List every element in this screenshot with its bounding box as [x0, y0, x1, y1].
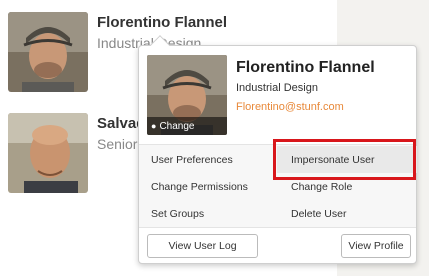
- change-permissions-link[interactable]: Change Permissions: [139, 173, 277, 200]
- user-department: Senior: [97, 136, 138, 152]
- set-groups-link[interactable]: Set Groups: [139, 200, 277, 227]
- user-preferences-link[interactable]: User Preferences: [139, 146, 277, 173]
- camera-icon: ●: [151, 121, 157, 131]
- user-avatar[interactable]: [8, 113, 88, 193]
- change-role-link[interactable]: Change Role: [277, 173, 417, 200]
- popover-user-department: Industrial Design: [236, 82, 318, 94]
- view-user-log-button[interactable]: View User Log: [147, 234, 258, 258]
- change-photo-button[interactable]: ● Change: [147, 117, 227, 135]
- impersonate-user-link[interactable]: Impersonate User: [277, 146, 417, 173]
- change-photo-label: Change: [159, 120, 195, 132]
- popover-user-name: Florentino Flannel: [236, 59, 375, 76]
- delete-user-link[interactable]: Delete User: [277, 200, 417, 227]
- user-avatar[interactable]: [8, 12, 88, 92]
- user-actions-menu: User Preferences Impersonate User Change…: [139, 144, 417, 228]
- popover-user-email[interactable]: Florentino@stunf.com: [236, 101, 344, 113]
- popover-avatar[interactable]: ● Change: [147, 55, 227, 135]
- view-profile-button[interactable]: View Profile: [341, 234, 411, 258]
- user-name[interactable]: Florentino Flannel: [97, 14, 227, 31]
- user-popover: ● Change Florentino Flannel Industrial D…: [138, 35, 417, 264]
